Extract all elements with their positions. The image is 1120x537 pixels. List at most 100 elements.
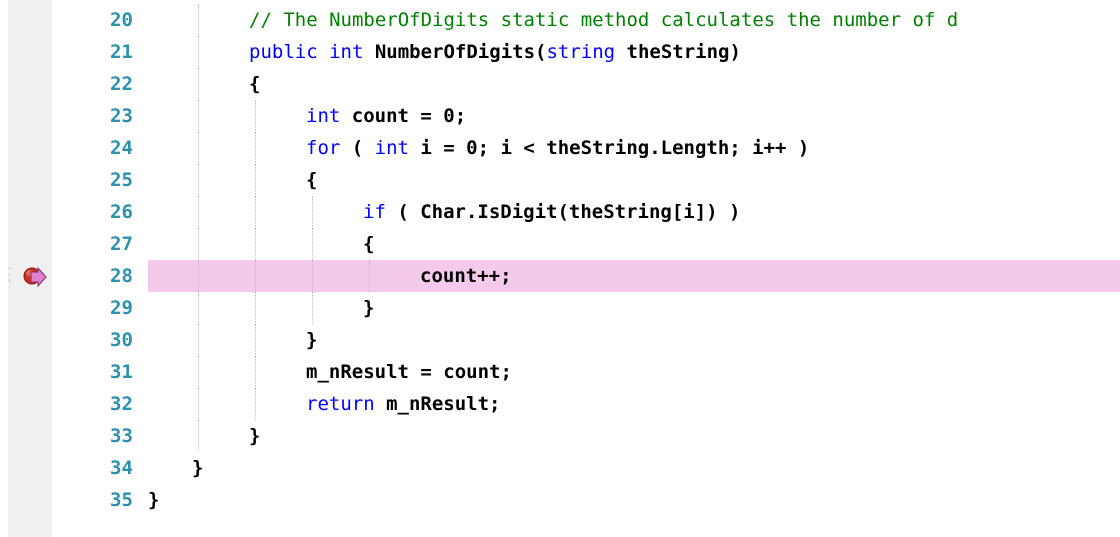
code-line-current[interactable]: 28 count++; · · · bbox=[0, 260, 1120, 292]
code-token: count = 0; bbox=[340, 105, 467, 127]
line-number: 25 bbox=[110, 169, 133, 191]
indent-guide bbox=[198, 4, 200, 36]
code-token: } bbox=[306, 329, 318, 351]
line-code[interactable]: if ( Char.IsDigit(theString[i]) ) bbox=[148, 196, 1120, 228]
keyword-token: for bbox=[306, 137, 341, 159]
code-line[interactable]: 32 return m_nResult; bbox=[0, 388, 1120, 420]
indent-guide bbox=[198, 260, 200, 292]
indent-guide bbox=[312, 260, 314, 292]
line-code[interactable]: int count = 0; bbox=[148, 100, 1120, 132]
code-text: if ( Char.IsDigit(theString[i]) ) bbox=[363, 196, 741, 228]
code-line[interactable]: 21 public int NumberOfDigits(string theSt… bbox=[0, 36, 1120, 68]
code-text: public int NumberOfDigits(string theStri… bbox=[249, 36, 741, 68]
code-text: for ( int i = 0; i < theString.Length; i… bbox=[306, 132, 809, 164]
code-token: i = 0; i < theString.Length; i++ ) bbox=[408, 137, 810, 159]
indent-guide bbox=[312, 292, 314, 324]
code-line[interactable]: 23 int count = 0; bbox=[0, 100, 1120, 132]
code-token: NumberOfDigits( bbox=[363, 41, 547, 63]
breakpoint-current-statement-icon[interactable] bbox=[22, 266, 48, 288]
line-code[interactable]: count++; bbox=[148, 260, 1120, 292]
code-token: } bbox=[192, 457, 204, 479]
code-line[interactable]: 31 m_nResult = count; bbox=[0, 356, 1120, 388]
line-code[interactable]: } bbox=[148, 420, 1120, 452]
line-number: 23 bbox=[110, 105, 133, 127]
code-text: { bbox=[363, 228, 374, 260]
line-number: 20 bbox=[110, 9, 133, 31]
line-code[interactable]: } bbox=[148, 484, 1120, 516]
indent-guide bbox=[255, 324, 257, 356]
code-text: count++; bbox=[420, 260, 512, 292]
line-code[interactable]: } bbox=[148, 292, 1120, 324]
code-line[interactable]: 22 { bbox=[0, 68, 1120, 100]
indent-guide bbox=[198, 420, 200, 452]
code-line[interactable]: 20 // The NumberOfDigits static method ca… bbox=[0, 4, 1120, 36]
indent-guide bbox=[198, 388, 200, 420]
indent-guide bbox=[255, 388, 257, 420]
line-number: 33 bbox=[110, 425, 133, 447]
line-number: 24 bbox=[110, 137, 133, 159]
line-code[interactable]: for ( int i = 0; i < theString.Length; i… bbox=[148, 132, 1120, 164]
code-token: count++; bbox=[420, 265, 512, 287]
code-line[interactable]: 33} bbox=[0, 420, 1120, 452]
code-token: } bbox=[363, 297, 375, 319]
indent-guide bbox=[198, 100, 200, 132]
code-token: m_nResult = count; bbox=[306, 361, 512, 383]
code-line[interactable]: 24 for ( int i = 0; i < theString.Length;… bbox=[0, 132, 1120, 164]
keyword-token: int bbox=[374, 137, 409, 159]
line-code[interactable]: { bbox=[148, 228, 1120, 260]
code-text: } bbox=[306, 324, 317, 356]
code-token: m_nResult; bbox=[374, 393, 501, 415]
line-number: 27 bbox=[110, 233, 133, 255]
indent-guide bbox=[255, 260, 257, 292]
line-code[interactable]: public int NumberOfDigits(string theStri… bbox=[148, 36, 1120, 68]
indent-guide bbox=[255, 132, 257, 164]
line-code[interactable]: } bbox=[148, 324, 1120, 356]
code-token: { bbox=[363, 233, 375, 255]
indent-guide bbox=[198, 68, 200, 100]
code-text: } bbox=[363, 292, 374, 324]
code-text: m_nResult = count; bbox=[306, 356, 512, 388]
line-code[interactable]: } bbox=[148, 452, 1120, 484]
line-number: 31 bbox=[110, 361, 133, 383]
indent-guide bbox=[198, 132, 200, 164]
indent-guide bbox=[255, 292, 257, 324]
indent-guide bbox=[198, 228, 200, 260]
line-number: 29 bbox=[110, 297, 133, 319]
code-token: } bbox=[249, 425, 261, 447]
line-code[interactable]: { bbox=[148, 164, 1120, 196]
code-text: } bbox=[249, 420, 260, 452]
code-line[interactable]: 26 if ( Char.IsDigit(theString[i]) ) bbox=[0, 196, 1120, 228]
code-line[interactable]: 29} bbox=[0, 292, 1120, 324]
line-number: 28 bbox=[110, 265, 133, 287]
code-token: ( bbox=[340, 137, 375, 159]
code-line[interactable]: 30} bbox=[0, 324, 1120, 356]
comment-token: // The NumberOfDigits static method calc… bbox=[249, 9, 959, 31]
keyword-token: if bbox=[363, 201, 386, 223]
code-editor[interactable]: 20 // The NumberOfDigits static method ca… bbox=[0, 0, 1120, 537]
code-text: return m_nResult; bbox=[306, 388, 500, 420]
keyword-token: public bbox=[249, 41, 318, 63]
line-code[interactable]: m_nResult = count; bbox=[148, 356, 1120, 388]
line-number: 32 bbox=[110, 393, 133, 415]
line-code[interactable]: return m_nResult; bbox=[148, 388, 1120, 420]
code-line[interactable]: 34} bbox=[0, 452, 1120, 484]
code-lines: 20 // The NumberOfDigits static method ca… bbox=[0, 4, 1120, 516]
indent-guide bbox=[255, 228, 257, 260]
line-number: 22 bbox=[110, 73, 133, 95]
code-line[interactable]: 27 { bbox=[0, 228, 1120, 260]
drag-handle-dots: · · · bbox=[6, 262, 14, 288]
code-line[interactable]: 35} bbox=[0, 484, 1120, 516]
indent-guide bbox=[255, 356, 257, 388]
line-code[interactable]: // The NumberOfDigits static method calc… bbox=[148, 4, 1120, 36]
code-token: } bbox=[148, 489, 160, 511]
line-code[interactable]: { bbox=[148, 68, 1120, 100]
code-text: int count = 0; bbox=[306, 100, 466, 132]
indent-guide bbox=[255, 196, 257, 228]
code-line[interactable]: 25 { bbox=[0, 164, 1120, 196]
indent-guide bbox=[198, 356, 200, 388]
code-text: { bbox=[306, 164, 317, 196]
indent-guide bbox=[198, 196, 200, 228]
code-text: } bbox=[148, 484, 159, 516]
indent-guide bbox=[198, 36, 200, 68]
